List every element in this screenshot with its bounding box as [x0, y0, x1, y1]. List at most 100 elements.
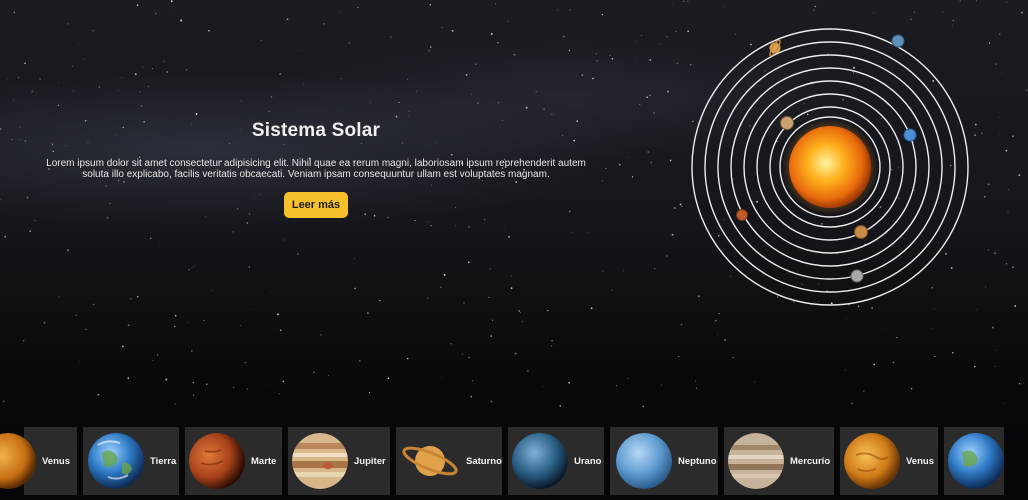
star	[279, 73, 282, 75]
star	[601, 14, 603, 16]
star	[551, 339, 553, 342]
mars-orbit-planet	[736, 209, 748, 221]
planet-card[interactable]	[944, 427, 1004, 495]
uranus-icon	[512, 433, 568, 489]
planet-card[interactable]: Neptuno	[610, 427, 718, 495]
star	[191, 267, 193, 269]
star	[1014, 305, 1017, 307]
jupiter-icon	[292, 433, 348, 489]
star	[127, 324, 130, 327]
star	[358, 360, 361, 362]
star	[152, 359, 154, 361]
star	[588, 231, 589, 233]
star	[34, 219, 36, 222]
star	[883, 330, 885, 332]
star	[497, 102, 499, 104]
star	[211, 290, 213, 291]
star	[974, 365, 976, 368]
star	[1012, 266, 1014, 268]
star	[367, 312, 369, 314]
star	[470, 395, 473, 398]
star	[155, 13, 157, 15]
star	[622, 270, 624, 272]
star	[463, 302, 465, 304]
star	[142, 66, 144, 68]
star	[72, 65, 73, 67]
star	[873, 12, 874, 14]
star	[19, 139, 21, 140]
star	[959, 0, 961, 2]
star	[439, 286, 442, 289]
star	[39, 78, 41, 80]
star	[339, 10, 341, 12]
planet-card[interactable]: Venus	[840, 427, 938, 495]
star	[340, 78, 342, 79]
planet-card-label: Mercurio	[790, 455, 831, 467]
planet-card[interactable]: Venus	[0, 427, 77, 495]
star	[26, 196, 29, 199]
star	[156, 354, 159, 356]
star	[618, 163, 621, 166]
star	[83, 58, 85, 60]
star	[985, 286, 986, 288]
planet-card[interactable]: Saturno	[396, 427, 502, 495]
star	[596, 60, 598, 62]
star	[180, 19, 183, 22]
star	[282, 380, 284, 383]
star	[571, 232, 573, 233]
jupiter-orbit-planet	[780, 116, 794, 130]
star	[67, 23, 69, 25]
star	[981, 132, 983, 134]
star	[185, 69, 188, 71]
star	[627, 377, 629, 379]
star	[170, 0, 173, 3]
star	[654, 268, 656, 269]
star	[72, 90, 74, 92]
star	[232, 231, 234, 233]
star	[542, 386, 544, 388]
star	[863, 390, 865, 392]
star	[687, 30, 689, 32]
read-more-button[interactable]: Leer más	[283, 192, 349, 218]
star	[490, 335, 492, 337]
star	[892, 361, 895, 364]
star	[147, 85, 150, 88]
saturn-icon	[402, 446, 458, 476]
star	[233, 386, 235, 388]
star	[988, 42, 991, 44]
star	[718, 312, 720, 315]
star	[303, 83, 305, 85]
star	[675, 357, 677, 359]
star	[253, 309, 255, 310]
hero-description: Lorem ipsum dolor sit amet consectetur a…	[46, 158, 586, 180]
star	[323, 23, 325, 25]
star	[910, 18, 912, 21]
sun-icon	[789, 126, 871, 208]
star	[246, 388, 248, 390]
page-title: Sistema Solar	[251, 120, 381, 141]
star	[268, 110, 270, 112]
star	[714, 319, 717, 322]
star	[675, 30, 677, 33]
star	[43, 321, 46, 324]
star	[1008, 189, 1009, 190]
star	[510, 275, 512, 277]
star	[535, 91, 537, 92]
star	[514, 352, 517, 355]
star	[846, 318, 848, 320]
planet-card[interactable]: Jupiter	[288, 427, 390, 495]
planet-card[interactable]: Marte	[185, 427, 282, 495]
planet-card[interactable]: Tierra	[83, 427, 179, 495]
star	[999, 134, 1000, 136]
star	[395, 115, 398, 118]
planet-card-label: Jupiter	[354, 455, 386, 467]
planet-carousel[interactable]: Venus Tierra Marte Jupiter Saturno Urano…	[0, 427, 1028, 495]
star	[192, 381, 195, 384]
planet-card[interactable]: Mercurio	[724, 427, 834, 495]
star	[695, 380, 697, 382]
planet-card[interactable]: Urano	[508, 427, 604, 495]
star	[510, 287, 513, 289]
star	[379, 300, 381, 302]
star	[13, 100, 15, 101]
star	[414, 219, 416, 222]
